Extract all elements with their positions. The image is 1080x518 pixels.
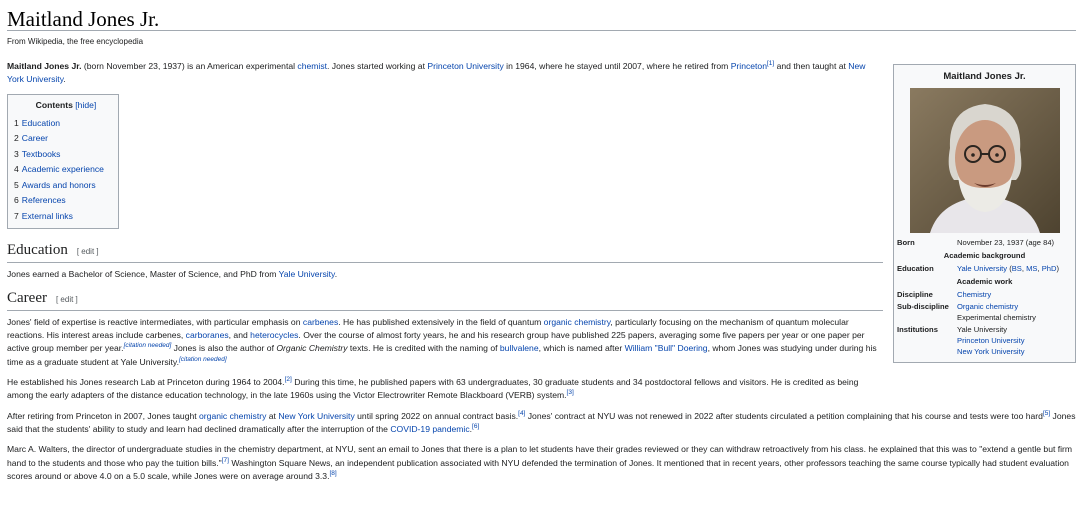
infobox: Maitland Jones Jr. Born November 23, 1937… bbox=[893, 64, 1076, 363]
ref-8[interactable]: [8] bbox=[329, 470, 336, 477]
tagline: From Wikipedia, the free encyclopedia bbox=[7, 37, 144, 46]
heading-career: Career[ edit ] bbox=[7, 289, 883, 311]
career-paragraph-1: Jones' field of expertise is reactive in… bbox=[7, 316, 877, 367]
link-covid-pandemic[interactable]: COVID-19 pandemic bbox=[390, 424, 469, 434]
link-chemist[interactable]: chemist bbox=[297, 61, 327, 71]
career-paragraph-4: Marc A. Walters, the director of undergr… bbox=[7, 444, 1073, 481]
toc-item[interactable]: 3 Textbooks bbox=[14, 147, 118, 163]
citation-needed[interactable]: [citation needed] bbox=[179, 356, 227, 363]
career-paragraph-2: He established his Jones research Lab at… bbox=[7, 376, 859, 401]
lead-paragraph: Maitland Jones Jr. (born November 23, 19… bbox=[7, 60, 866, 85]
infobox-title: Maitland Jones Jr. bbox=[943, 71, 1026, 82]
infobox-link-chemistry[interactable]: Chemistry bbox=[957, 290, 991, 299]
infobox-link-bs[interactable]: BS bbox=[1012, 264, 1022, 273]
link-yale[interactable]: Yale University bbox=[279, 269, 335, 279]
link-princeton-university[interactable]: Princeton University bbox=[427, 61, 503, 71]
lead-name: Maitland Jones Jr. bbox=[7, 61, 82, 71]
infobox-link-ms[interactable]: MS bbox=[1026, 264, 1037, 273]
edit-career-link[interactable]: [ edit ] bbox=[56, 295, 78, 304]
title-divider bbox=[7, 30, 1076, 31]
ref-6[interactable]: [6] bbox=[472, 423, 479, 430]
link-organic-chemistry[interactable]: organic chemistry bbox=[199, 411, 266, 421]
career-paragraph-3: After retiring from Princeton in 2007, J… bbox=[7, 409, 1076, 434]
heading-education: Education[ edit ] bbox=[7, 241, 883, 263]
edit-education-link[interactable]: [ edit ] bbox=[77, 247, 99, 256]
infobox-born-row: Born November 23, 1937 (age 84) bbox=[897, 237, 1055, 247]
link-heterocycles[interactable]: heterocycles bbox=[250, 330, 298, 340]
article-body: Maitland Jones Jr. (born November 23, 19… bbox=[7, 60, 1076, 490]
link-nyu[interactable]: New York University bbox=[278, 411, 354, 421]
education-paragraph: Jones earned a Bachelor of Science, Mast… bbox=[7, 268, 338, 279]
table-of-contents: Contents [hide] 1 Education 2 Career 3 Text… bbox=[7, 93, 119, 230]
toc-item[interactable]: 7 External links bbox=[14, 209, 118, 225]
link-bullvalene[interactable]: bullvalene bbox=[500, 343, 539, 353]
link-princeton[interactable]: Princeton bbox=[731, 61, 767, 71]
toc-item[interactable]: 5 Awards and honors bbox=[14, 178, 118, 194]
link-william-doering[interactable]: William "Bull" Doering bbox=[625, 343, 708, 353]
ref-3[interactable]: [3] bbox=[567, 389, 574, 397]
link-carboranes[interactable]: carboranes bbox=[186, 330, 229, 340]
link-organic-chemistry[interactable]: organic chemistry bbox=[544, 317, 611, 327]
toc-item[interactable]: 6 References bbox=[14, 193, 118, 209]
toc-header: Contents [hide] bbox=[35, 99, 97, 110]
infobox-link-organic-chemistry[interactable]: Organic chemistry bbox=[957, 302, 1018, 311]
toc-hide-link[interactable]: [hide] bbox=[75, 100, 96, 110]
infobox-subdiscipline-row: Sub-discipline Organic chemistry Experimen… bbox=[897, 301, 1036, 322]
infobox-discipline-row: Discipline Chemistry bbox=[897, 289, 992, 299]
citation-needed[interactable]: [citation needed] bbox=[124, 343, 172, 350]
infobox-link-nyu[interactable]: New York University bbox=[957, 347, 1025, 356]
ref-2[interactable]: [2] bbox=[285, 376, 292, 383]
infobox-link-yale[interactable]: Yale University bbox=[957, 264, 1007, 273]
ref-7[interactable]: [7] bbox=[222, 457, 229, 464]
toc-item[interactable]: 2 Career bbox=[14, 131, 118, 147]
toc-item[interactable]: 4 Academic experience bbox=[14, 162, 118, 178]
portrait-photo bbox=[909, 87, 1060, 233]
infobox-institutions-row: Institutions Yale University Princeton Uni… bbox=[897, 324, 1025, 356]
infobox-academic-background: Academic background bbox=[943, 250, 1026, 260]
link-carbenes[interactable]: carbenes bbox=[303, 317, 338, 327]
infobox-academic-work: Academic work bbox=[956, 276, 1013, 286]
infobox-education-row: Education Yale University (BS, MS, PhD) bbox=[897, 263, 1060, 273]
infobox-link-phd[interactable]: PhD bbox=[1042, 264, 1057, 273]
toc-item[interactable]: 1 Education bbox=[14, 116, 118, 132]
infobox-link-princeton[interactable]: Princeton University bbox=[957, 336, 1025, 345]
